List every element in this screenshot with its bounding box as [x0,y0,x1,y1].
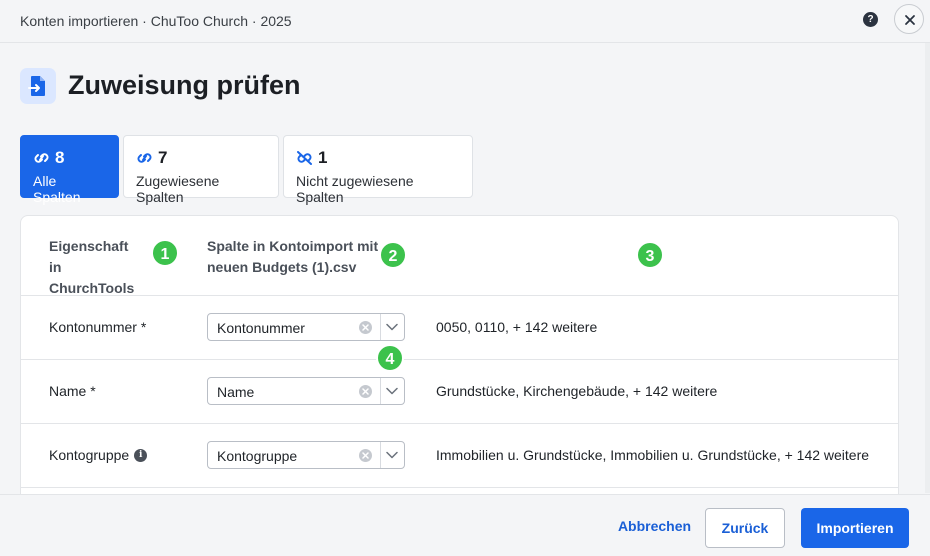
property-text: Kontogruppe [49,447,130,463]
clear-icon[interactable] [359,449,372,462]
tab-assigned-columns[interactable]: 7 Zugewiesene Spalten [123,135,279,205]
page-title: Zuweisung prüfen [68,70,301,100]
header-property: Eigenschaft in ChurchTools [49,238,135,296]
column-select[interactable]: Name [207,377,405,405]
chevron-down-icon[interactable] [386,451,398,459]
marker-4: 4 [376,344,404,372]
scrollbar[interactable] [925,43,930,493]
tab-all-columns[interactable]: 8 Alle Spalten [20,135,119,205]
chevron-down-icon[interactable] [386,387,398,395]
property-text: Name * [49,383,96,399]
select-separator [380,442,381,468]
mapping-table: Eigenschaft in ChurchTools 1 Spalte in K… [20,215,899,505]
preview-values: Grundstücke, Kirchengebäude, + 142 weite… [436,383,718,399]
back-button[interactable]: Zurück [705,508,785,548]
help-icon[interactable]: ? [863,12,878,27]
clear-icon[interactable] [359,321,372,334]
tab-count: 7 [158,148,168,167]
property-label: Name * [49,383,96,399]
marker-1: 1 [151,239,179,267]
column-select[interactable]: Kontonummer [207,313,405,341]
cancel-button[interactable]: Abbrechen [610,514,699,538]
property-label: Kontonummer * [49,319,146,335]
tab-unassigned-columns[interactable]: 1 Nicht zugewiesene Spalten [283,135,473,205]
property-text: Kontonummer * [49,319,147,335]
select-separator [380,378,381,404]
footer: Abbrechen Zurück Importieren [0,494,930,556]
marker-2: 2 [379,241,407,269]
select-separator [380,314,381,340]
chevron-down-icon[interactable] [386,323,398,331]
tab-label: Nicht zugewiesene Spalten [296,173,414,205]
close-button[interactable] [894,4,924,34]
select-value: Name [217,384,255,400]
select-value: Kontogruppe [217,448,298,464]
top-bar: Konten importieren · ChuToo Church · 202… [0,0,930,43]
marker-3: 3 [636,241,664,269]
tab-count: 1 [318,148,328,167]
property-label: Kontogruppe i [49,447,148,463]
header-column: Spalte in Kontoimport mit neuen Budgets … [207,238,379,275]
import-file-icon [20,68,56,104]
link-icon [34,153,49,163]
divider [21,423,898,424]
clear-icon[interactable] [359,385,372,398]
preview-values: Immobilien u. Grundstücke, Immobilien u.… [436,447,870,463]
import-button[interactable]: Importieren [801,508,909,548]
link-icon [137,153,152,163]
tab-label: Zugewiesene Spalten [136,173,220,205]
column-select[interactable]: Kontogruppe [207,441,405,469]
divider [21,359,898,360]
window-title: Konten importieren · ChuToo Church · 202… [20,13,292,29]
tab-count: 8 [55,148,65,167]
tab-label: Alle Spalten [33,173,81,205]
divider [21,487,898,488]
preview-values: 0050, 0110, + 142 weitere [436,319,598,335]
select-value: Kontonummer [217,320,305,336]
divider [21,295,898,296]
unlink-icon [297,151,312,165]
info-icon[interactable]: i [134,448,148,462]
close-icon [905,15,915,25]
